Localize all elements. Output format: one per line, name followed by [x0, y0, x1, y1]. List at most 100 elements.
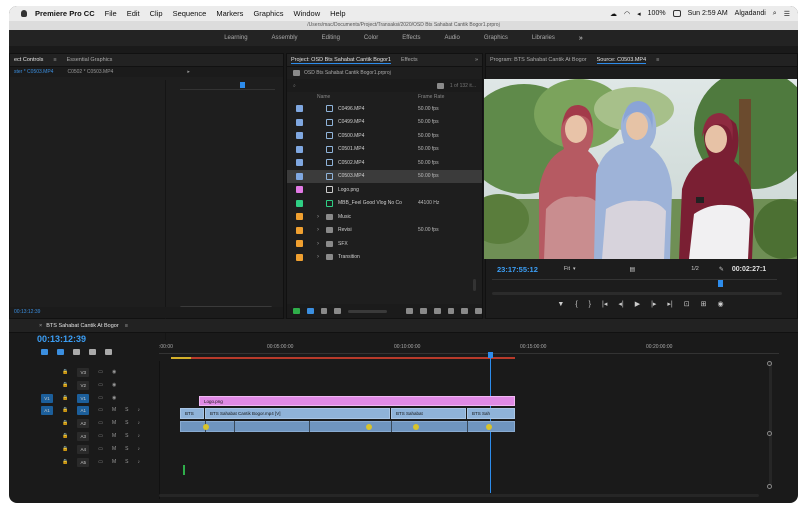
- label-color-swatch[interactable]: [296, 105, 303, 113]
- source-patch[interactable]: A1: [41, 405, 53, 415]
- label-color-swatch[interactable]: [296, 145, 303, 153]
- track-label[interactable]: V2: [77, 380, 90, 390]
- step-forward-icon[interactable]: |▸: [651, 300, 656, 308]
- menu-graphics[interactable]: Graphics: [253, 9, 283, 18]
- project-item[interactable]: C0501.MP4 50.00 fps: [287, 143, 482, 157]
- project-item[interactable]: C0503.MP4 50.00 fps: [287, 169, 482, 183]
- track-lock-icon[interactable]: 🔒: [62, 420, 68, 426]
- panel-menu-icon[interactable]: ≡: [53, 57, 56, 63]
- panel-menu-icon[interactable]: ≡: [125, 323, 128, 329]
- track-label[interactable]: V3: [77, 367, 90, 377]
- label-color-swatch[interactable]: [296, 186, 303, 194]
- battery-icon[interactable]: [672, 10, 681, 17]
- resolution-dropdown[interactable]: 1/2: [691, 266, 699, 272]
- close-icon[interactable]: ×: [39, 323, 42, 329]
- label-color-swatch[interactable]: [296, 199, 303, 207]
- source-patch[interactable]: [41, 419, 53, 428]
- microphone-icon[interactable]: ♪: [137, 433, 140, 439]
- menu-clip[interactable]: Clip: [150, 9, 163, 18]
- audio-keyframe[interactable]: [486, 424, 492, 430]
- source-playhead[interactable]: [718, 280, 723, 287]
- disclosure-triangle-icon[interactable]: ›: [313, 227, 323, 233]
- microphone-icon[interactable]: ♪: [137, 446, 140, 452]
- fit-dropdown[interactable]: Fit: [564, 266, 570, 272]
- track-label[interactable]: V1: [77, 393, 90, 403]
- project-scrollbar[interactable]: [473, 279, 476, 291]
- tab-project[interactable]: Project: OSD Bts Sahabat Cantik Bogor1: [291, 57, 391, 64]
- solo-button[interactable]: S: [125, 420, 128, 426]
- source-patch[interactable]: [41, 368, 53, 377]
- overwrite-icon[interactable]: ⊞: [701, 300, 707, 308]
- tab-essential-graphics[interactable]: Essential Graphics: [67, 57, 113, 63]
- solo-button[interactable]: S: [125, 446, 128, 452]
- sync-lock-icon[interactable]: ▭: [98, 407, 103, 413]
- disclosure-triangle-icon[interactable]: ›: [313, 241, 323, 247]
- project-item[interactable]: C0499.MP4 50.00 fps: [287, 116, 482, 130]
- workspace-learning[interactable]: Learning: [212, 35, 259, 41]
- track-lock-icon[interactable]: 🔒: [62, 433, 68, 439]
- project-item[interactable]: C0496.MP4 50.00 fps: [287, 102, 482, 116]
- menu-sequence[interactable]: Sequence: [173, 9, 207, 18]
- solo-button[interactable]: S: [125, 459, 128, 465]
- tab-program-monitor[interactable]: Program: BTS Sahabat Cantik At Bogor: [490, 57, 587, 63]
- tab-source-monitor[interactable]: Source: C0503.MP4: [596, 57, 647, 64]
- search-icon[interactable]: ⌕: [773, 10, 777, 18]
- sync-lock-icon[interactable]: ▭: [98, 446, 103, 452]
- tab-effects[interactable]: Effects: [401, 57, 418, 63]
- project-item[interactable]: › Music: [287, 210, 482, 224]
- timeline-hscroll[interactable]: [159, 494, 759, 497]
- panel-menu-icon[interactable]: ≡: [656, 57, 659, 63]
- eye-icon[interactable]: ◉: [112, 382, 116, 388]
- apple-icon[interactable]: [21, 10, 27, 17]
- mute-button[interactable]: M: [112, 446, 116, 452]
- eye-icon[interactable]: ◉: [112, 369, 116, 375]
- sync-lock-icon[interactable]: ▭: [98, 433, 103, 439]
- track-label[interactable]: A5: [77, 457, 90, 467]
- insert-icon[interactable]: ⊡: [684, 300, 690, 308]
- scroll-handle-top[interactable]: [767, 361, 772, 366]
- source-timecode[interactable]: 23:17:55:12: [497, 265, 538, 274]
- track-lock-icon[interactable]: 🔒: [62, 395, 68, 401]
- sync-lock-icon[interactable]: ▭: [98, 459, 103, 465]
- source-zoom-scrollbar[interactable]: [492, 292, 782, 295]
- timeline-vscroll[interactable]: [769, 361, 772, 486]
- source-patch[interactable]: [41, 445, 53, 454]
- new-bin-from-search-icon[interactable]: [436, 82, 444, 89]
- scroll-handle-bottom[interactable]: [767, 484, 772, 489]
- clip-v1-b[interactable]: BTS Sahabat Cantik Bogor.mp4 [V]: [205, 408, 390, 419]
- workspace-graphics[interactable]: Graphics: [472, 35, 520, 41]
- column-name[interactable]: Name: [317, 94, 330, 100]
- nest-icon[interactable]: [41, 349, 48, 355]
- wrench-icon[interactable]: ✎: [719, 266, 724, 273]
- sync-lock-icon[interactable]: ▭: [98, 420, 103, 426]
- sync-lock-icon[interactable]: ▭: [98, 395, 103, 401]
- new-item-icon[interactable]: [461, 308, 469, 314]
- new-bin-icon[interactable]: [447, 308, 455, 314]
- clock[interactable]: Sun 2:59 AM: [688, 10, 728, 17]
- menu-help[interactable]: Help: [330, 9, 345, 18]
- track-lock-icon[interactable]: 🔒: [62, 407, 68, 413]
- wifi-icon[interactable]: ◠: [624, 10, 630, 18]
- project-item[interactable]: C0502.MP4 50.00 fps: [287, 156, 482, 170]
- expand-arrow-icon[interactable]: ▸: [187, 69, 190, 75]
- mute-button[interactable]: M: [112, 459, 116, 465]
- workspace-color[interactable]: Color: [352, 35, 390, 41]
- label-color-swatch[interactable]: [296, 226, 303, 234]
- track-lock-icon[interactable]: 🔒: [62, 459, 68, 465]
- source-patch[interactable]: [41, 432, 53, 441]
- source-video-frame[interactable]: [484, 79, 797, 259]
- solo-button[interactable]: S: [125, 433, 128, 439]
- track-lock-icon[interactable]: 🔒: [62, 382, 68, 388]
- clip-v1-d[interactable]: BTS Sah: [467, 408, 515, 419]
- clip-dropdown[interactable]: C0502 * C0503.MP4: [67, 69, 113, 75]
- clip-v1-a[interactable]: BTS: [180, 408, 204, 419]
- track-label[interactable]: A1: [77, 405, 90, 415]
- workspace-more-button[interactable]: »: [567, 35, 595, 42]
- microphone-icon[interactable]: ♪: [137, 407, 140, 413]
- column-frame-rate[interactable]: Frame Rate: [418, 94, 444, 100]
- export-frame-icon[interactable]: ◉: [718, 300, 724, 308]
- label-color-swatch[interactable]: [296, 253, 303, 261]
- label-color-swatch[interactable]: [296, 172, 303, 180]
- tab-sequence[interactable]: BTS Sahabat Cantik At Bogor: [46, 323, 118, 329]
- find-icon[interactable]: [433, 308, 441, 314]
